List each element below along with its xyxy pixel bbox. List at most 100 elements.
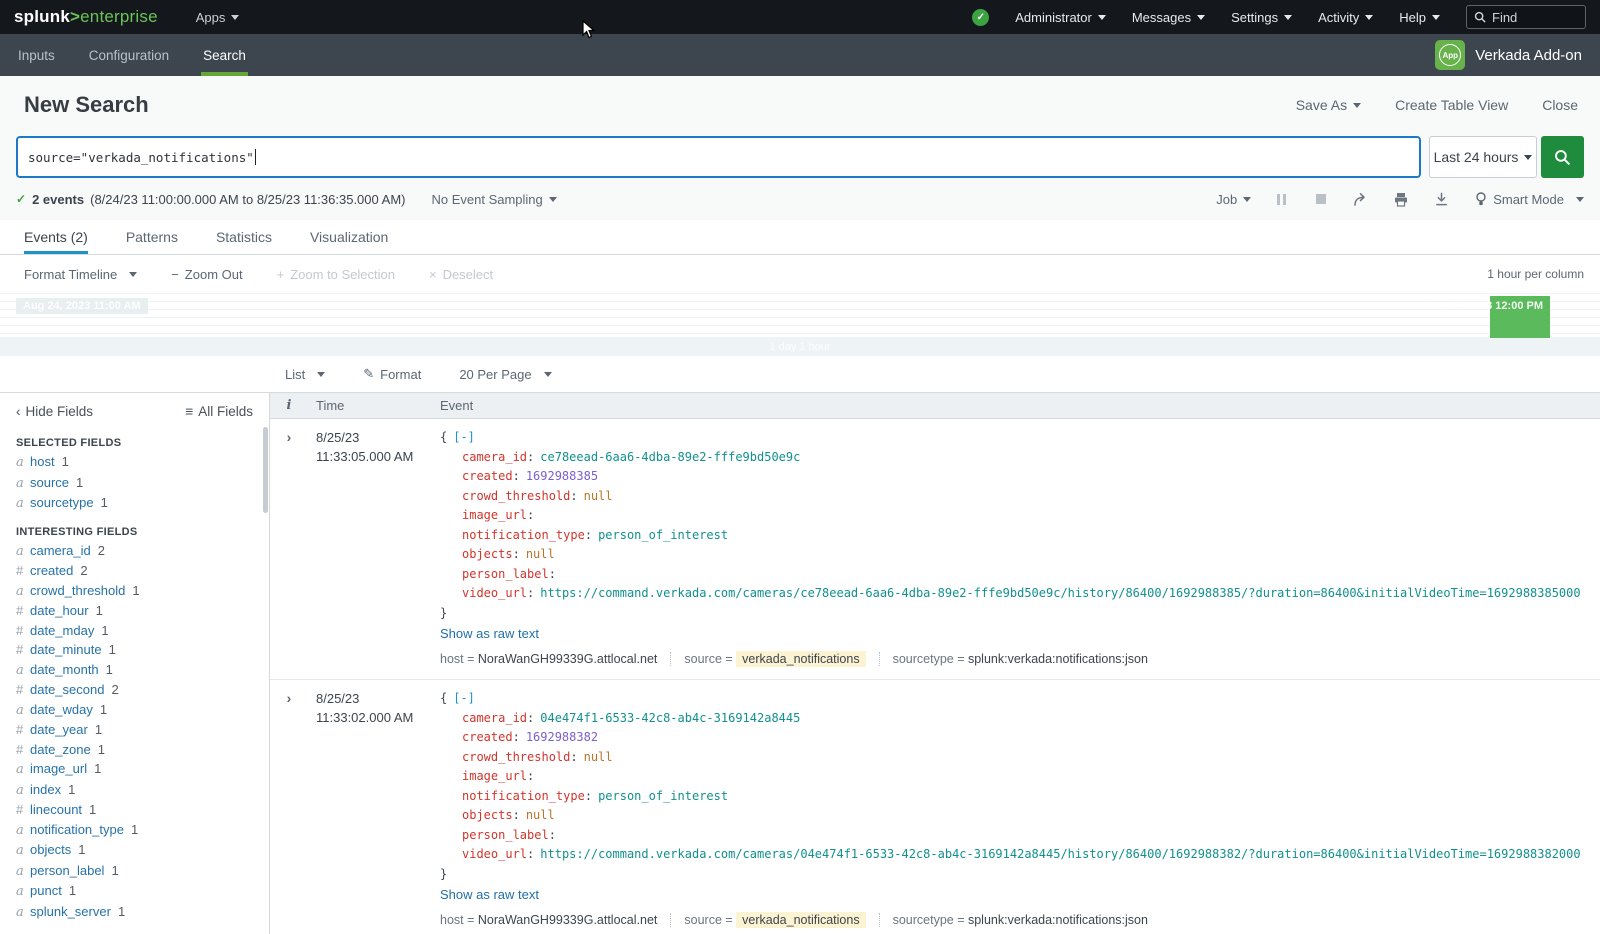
- collapse-json-link[interactable]: [-]: [453, 430, 475, 444]
- field-item-camera_id[interactable]: acamera_id2: [0, 541, 269, 562]
- search-button[interactable]: [1541, 136, 1584, 178]
- field-item-date_mday[interactable]: #date_mday1: [0, 621, 269, 641]
- field-item-source[interactable]: asource1: [0, 473, 269, 494]
- time-range-picker[interactable]: Last 24 hours: [1429, 136, 1537, 178]
- save-as-menu[interactable]: Save As: [1296, 97, 1361, 113]
- print-icon: [1393, 192, 1409, 207]
- caret-down-icon: [1098, 15, 1106, 20]
- field-item-person_label[interactable]: aperson_label1: [0, 861, 269, 882]
- interesting-fields-label: INTERESTING FIELDS: [0, 514, 269, 541]
- per-page-menu[interactable]: 20 Per Page: [459, 367, 551, 382]
- tab-events[interactable]: Events (2): [24, 220, 88, 254]
- field-item-host[interactable]: ahost1: [0, 452, 269, 473]
- sourcetype-value[interactable]: splunk:verkada:notifications:json: [968, 913, 1148, 927]
- field-type-icon: a: [16, 821, 30, 841]
- field-item-date_second[interactable]: #date_second2: [0, 680, 269, 700]
- field-item-date_hour[interactable]: #date_hour1: [0, 601, 269, 621]
- source-value[interactable]: verkada_notifications: [736, 651, 865, 667]
- field-item-objects[interactable]: aobjects1: [0, 840, 269, 861]
- field-type-icon: a: [16, 453, 30, 473]
- show-raw-text-link[interactable]: Show as raw text: [440, 887, 539, 902]
- search-icon: [1554, 149, 1571, 166]
- events-summary: ✓ 2 events (8/24/23 11:00:00.000 AM to 8…: [16, 192, 405, 207]
- field-item-date_month[interactable]: adate_month1: [0, 660, 269, 681]
- event-meta: host = NoraWanGH99339G.attlocal.net sour…: [440, 912, 1600, 928]
- sidebar-scrollbar[interactable]: [263, 427, 268, 513]
- activity-menu[interactable]: Activity: [1318, 10, 1373, 25]
- zoom-to-selection-button[interactable]: +Zoom to Selection: [277, 267, 395, 282]
- settings-menu[interactable]: Settings: [1231, 10, 1292, 25]
- stop-icon: [1316, 194, 1326, 204]
- status-check-icon[interactable]: ✓: [972, 9, 989, 26]
- host-value[interactable]: NoraWanGH99339G.attlocal.net: [478, 913, 658, 927]
- splunk-logo[interactable]: splunk>enterprise: [14, 7, 158, 27]
- event-time: 8/25/23 11:33:02.000 AM: [308, 689, 428, 928]
- collapse-json-link[interactable]: [-]: [453, 691, 475, 705]
- event-meta: host = NoraWanGH99339G.attlocal.net sour…: [440, 651, 1600, 667]
- field-item-linecount[interactable]: #linecount1: [0, 800, 269, 820]
- meta-divider: [879, 652, 880, 666]
- administrator-menu[interactable]: Administrator: [1015, 10, 1106, 25]
- event-row: › 8/25/23 11:33:02.000 AM {[-] camera_id…: [270, 680, 1600, 934]
- tab-visualization[interactable]: Visualization: [310, 220, 388, 254]
- field-type-icon: a: [16, 882, 30, 902]
- nav-tab-configuration[interactable]: Configuration: [87, 34, 171, 76]
- stop-button[interactable]: [1311, 190, 1331, 208]
- event-sampling-menu[interactable]: No Event Sampling: [431, 192, 556, 207]
- pause-button[interactable]: [1271, 190, 1291, 208]
- create-table-view-button[interactable]: Create Table View: [1395, 97, 1508, 113]
- hide-fields-button[interactable]: ‹Hide Fields: [16, 404, 93, 419]
- field-item-date_year[interactable]: #date_year1: [0, 720, 269, 740]
- tab-statistics[interactable]: Statistics: [216, 220, 272, 254]
- field-item-date_wday[interactable]: adate_wday1: [0, 700, 269, 721]
- check-icon: ✓: [16, 192, 26, 206]
- info-column-header: i: [270, 398, 308, 413]
- search-query-input[interactable]: source="verkada_notifications": [16, 136, 1421, 178]
- help-menu[interactable]: Help: [1399, 10, 1440, 25]
- nav-tab-inputs[interactable]: Inputs: [16, 34, 57, 76]
- find-search-box[interactable]: [1466, 5, 1586, 29]
- search-header: New Search Save As Create Table View Clo…: [0, 76, 1600, 220]
- events-timeline-chart[interactable]: Aug 24, 2023 11:00 AM Aug 25, 2023 12:00…: [0, 293, 1600, 337]
- job-menu[interactable]: Job: [1216, 192, 1251, 207]
- field-item-date_zone[interactable]: #date_zone1: [0, 740, 269, 760]
- field-item-splunk_server[interactable]: asplunk_server1: [0, 902, 269, 923]
- format-timeline-menu[interactable]: Format Timeline: [24, 267, 137, 282]
- field-item-sourcetype[interactable]: asourcetype1: [0, 493, 269, 514]
- all-fields-button[interactable]: ≡All Fields: [185, 404, 253, 419]
- field-type-icon: #: [16, 640, 30, 660]
- zoom-out-button[interactable]: −Zoom Out: [171, 267, 242, 282]
- expand-event-icon[interactable]: ›: [287, 690, 292, 706]
- apps-menu[interactable]: Apps: [196, 10, 240, 25]
- list-view-menu[interactable]: List: [285, 367, 325, 382]
- export-button[interactable]: [1431, 190, 1451, 208]
- field-type-icon: #: [16, 601, 30, 621]
- field-item-notification_type[interactable]: anotification_type1: [0, 820, 269, 841]
- share-button[interactable]: [1351, 190, 1371, 208]
- messages-menu[interactable]: Messages: [1132, 10, 1205, 25]
- print-button[interactable]: [1391, 190, 1411, 208]
- field-item-image_url[interactable]: aimage_url1: [0, 759, 269, 780]
- expand-event-icon[interactable]: ›: [287, 429, 292, 445]
- time-column-header: Time: [308, 398, 428, 413]
- sourcetype-value[interactable]: splunk:verkada:notifications:json: [968, 652, 1148, 666]
- field-item-punct[interactable]: apunct1: [0, 881, 269, 902]
- search-mode-menu[interactable]: Smart Mode: [1475, 192, 1584, 207]
- close-button[interactable]: Close: [1542, 97, 1578, 113]
- nav-tab-search[interactable]: Search: [201, 34, 248, 76]
- field-item-created[interactable]: #created2: [0, 561, 269, 581]
- field-item-date_minute[interactable]: #date_minute1: [0, 640, 269, 660]
- deselect-button[interactable]: ×Deselect: [429, 267, 493, 282]
- show-raw-text-link[interactable]: Show as raw text: [440, 626, 539, 641]
- source-value[interactable]: verkada_notifications: [736, 912, 865, 928]
- event-row: › 8/25/23 11:33:05.000 AM {[-] camera_id…: [270, 419, 1600, 680]
- list-icon: ≡: [185, 404, 193, 419]
- find-input[interactable]: [1492, 10, 1572, 25]
- tab-patterns[interactable]: Patterns: [126, 220, 178, 254]
- caret-down-icon: [544, 372, 552, 377]
- field-item-index[interactable]: aindex1: [0, 780, 269, 801]
- field-item-crowd_threshold[interactable]: acrowd_threshold1: [0, 581, 269, 602]
- host-value[interactable]: NoraWanGH99339G.attlocal.net: [478, 652, 658, 666]
- format-menu[interactable]: ✎Format: [363, 366, 421, 382]
- result-tabs: Events (2) Patterns Statistics Visualiza…: [0, 220, 1600, 255]
